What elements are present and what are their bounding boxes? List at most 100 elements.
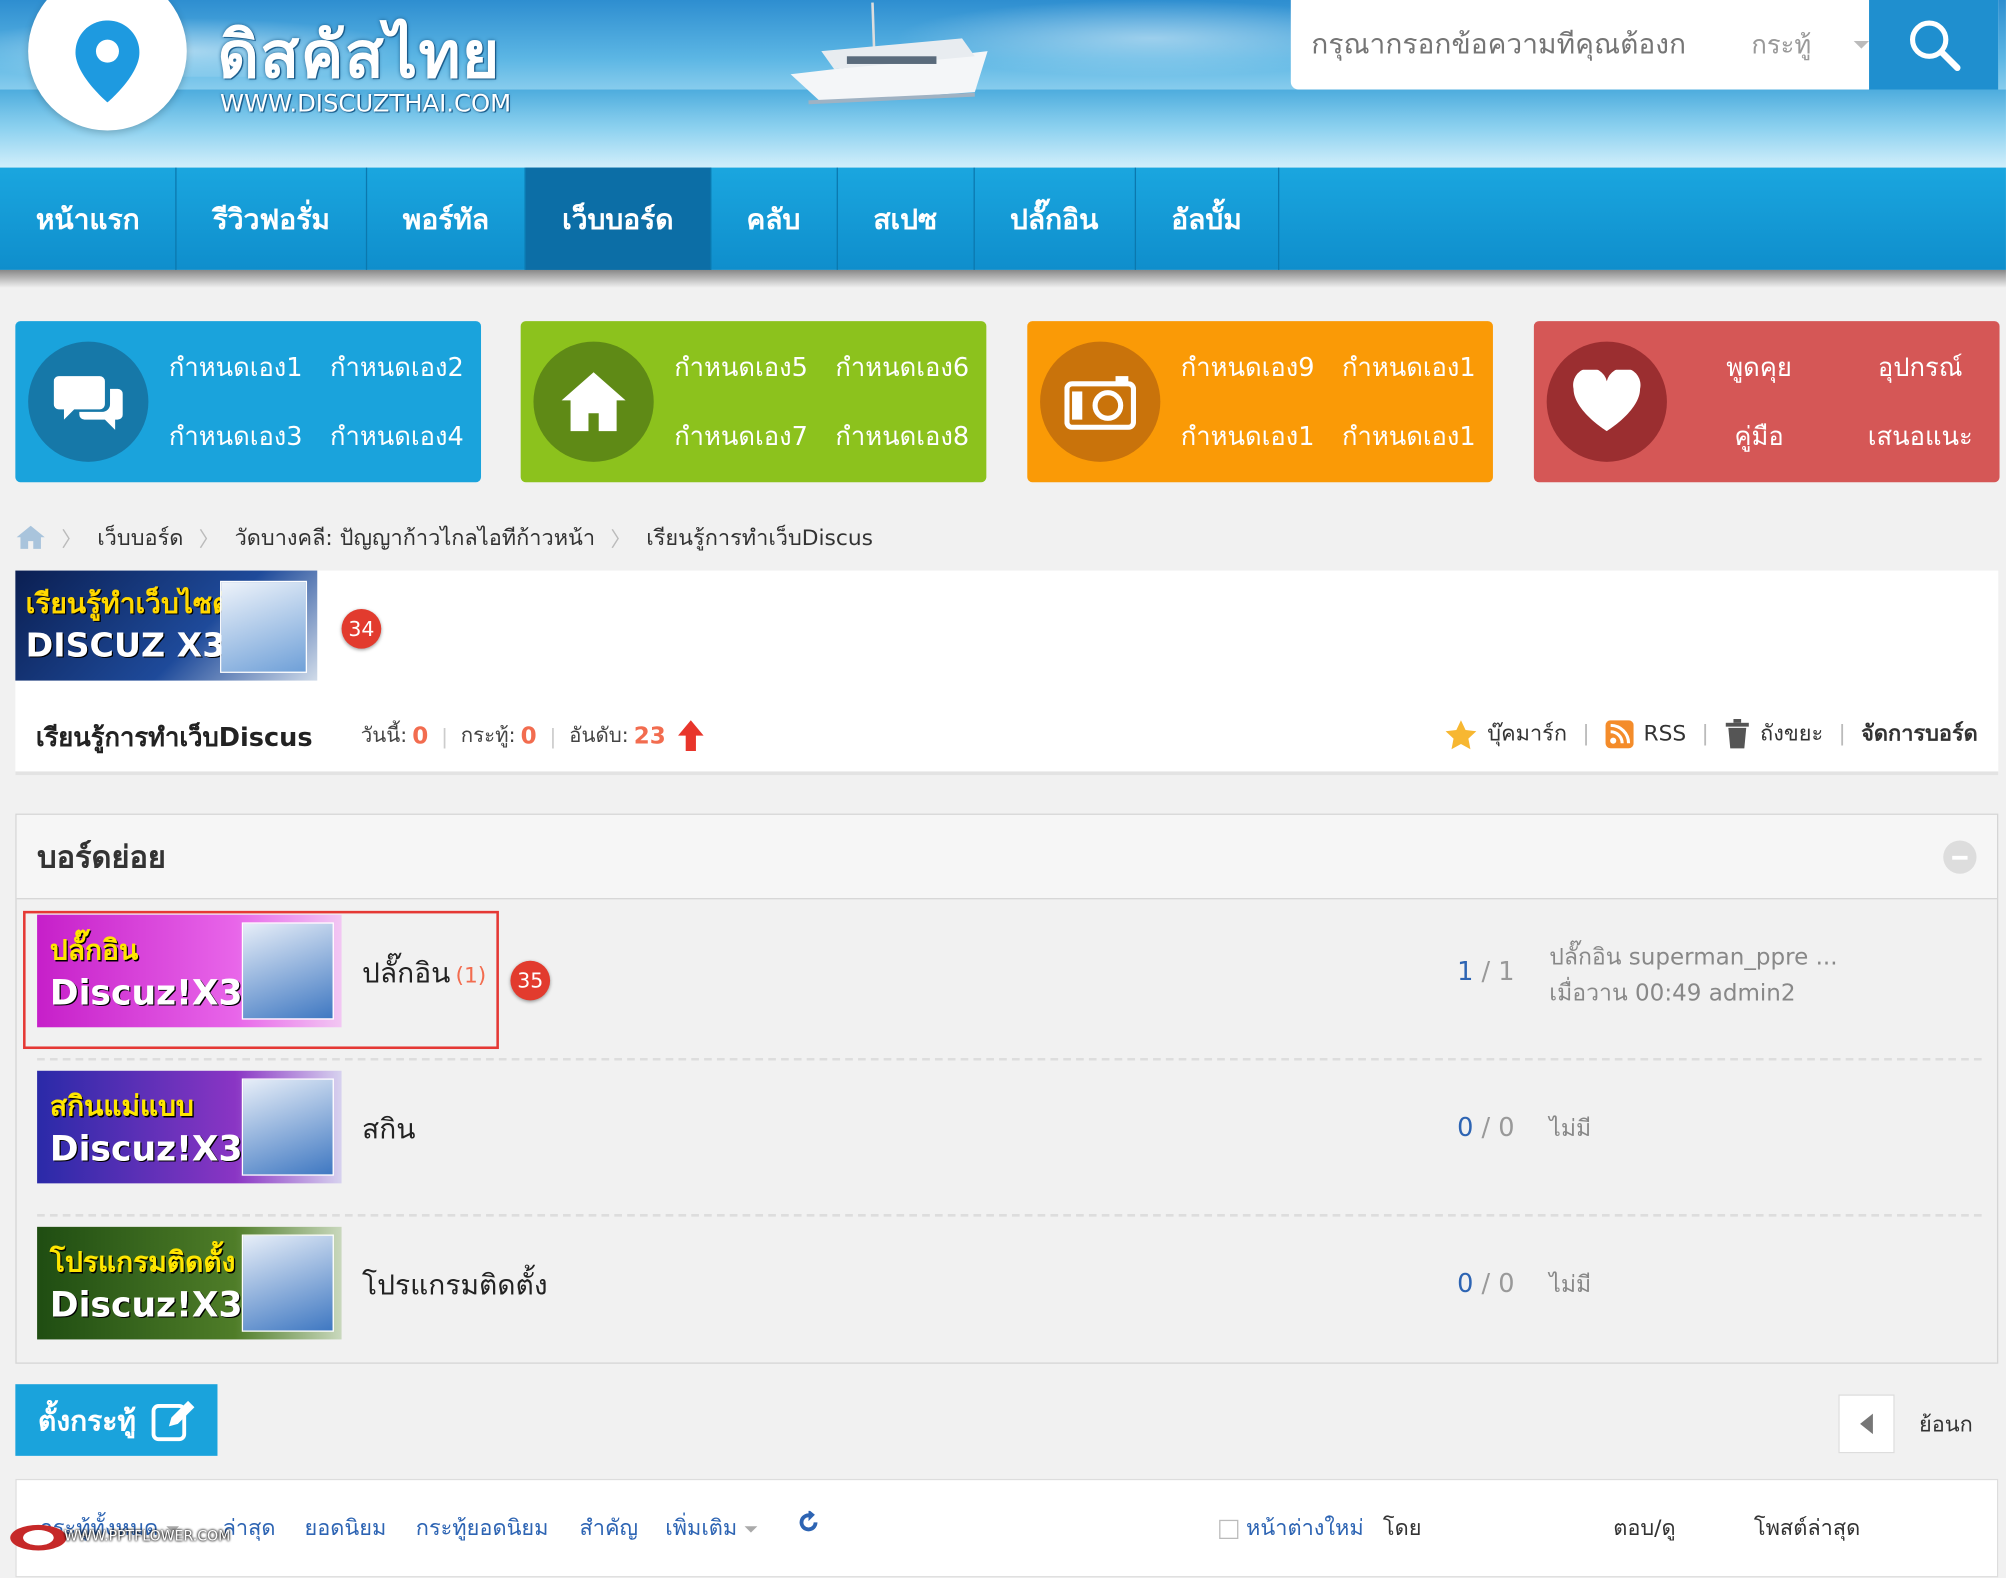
page: ดิสคัสไทย WWW.DISCUZTHAI.COM กระทู้ หน้า… [0, 0, 2006, 1578]
tile-link[interactable]: คู่มือ [1687, 416, 1830, 457]
yacht-image [790, 2, 988, 105]
quick-tile-4: พูดคุย อุปกรณ์ คู่มือ เสนอแนะ [1533, 321, 2000, 483]
filter-latest[interactable]: ล่าสุด [223, 1511, 276, 1546]
quick-tile-1: กำหนดเอง1 กำหนดเอง2 กำหนดเอง3 กำหนดเอง4 [15, 321, 482, 483]
heart-icon [1546, 341, 1667, 462]
subforum-row: สกินแม่แบบ Discuz!X3.2 สกิน 0 / 0 ไม่มี [37, 1063, 1982, 1217]
breadcrumb: 〉 เว็บบอร์ด 〉 วัดบางคลี: ปัญญาก้าวไกลไอท… [15, 519, 873, 555]
forum-actions: บุ๊คมาร์ก | RSS | ถังขยะ | จัดการบอร์ด [1444, 716, 1978, 751]
chevron-right-icon: 〉 [61, 527, 82, 552]
nav-item-club[interactable]: คลับ [711, 167, 838, 270]
breadcrumb-item[interactable]: เว็บบอร์ด [97, 520, 183, 555]
tile-link[interactable]: กำหนดเอง1 [1181, 416, 1324, 457]
rss-icon [1605, 719, 1634, 748]
tile-link[interactable]: กำหนดเอง6 [835, 347, 978, 388]
subforum-title: บอร์ดย่อย [16, 814, 1997, 900]
tile-link[interactable]: กำหนดเอง1 [1342, 347, 1485, 388]
bookmark-button[interactable]: บุ๊คมาร์ก [1444, 716, 1567, 751]
new-window-checkbox[interactable]: หน้าต่างใหม่ [1219, 1511, 1364, 1546]
breadcrumb-item[interactable]: เรียนรู้การทำเว็บDiscus [646, 520, 873, 555]
home-icon [533, 341, 654, 462]
tile-link[interactable]: กำหนดเอง9 [1181, 347, 1324, 388]
location-pin-icon [75, 20, 140, 103]
search-input[interactable] [1311, 28, 1747, 61]
refresh-icon[interactable] [797, 1509, 820, 1540]
forum-icon: เรียนรู้ทำเว็บไซต์ DISCUZ X3.2 [15, 570, 318, 681]
column-last-post: โพสต์ล่าสุด [1753, 1515, 1861, 1542]
header-banner: ดิสคัสไทย WWW.DISCUZTHAI.COM กระทู้ [0, 0, 2006, 168]
watermark-logo-icon [10, 1524, 67, 1551]
tile-link[interactable]: เสนอแนะ [1849, 416, 1992, 457]
trash-icon [1725, 718, 1749, 748]
forum-header: เรียนรู้ทำเว็บไซต์ DISCUZ X3.2 34 เรียนร… [15, 570, 1999, 776]
breadcrumb-item[interactable]: วัดบางคลี: ปัญญาก้าวไกลไอทีก้าวหน้า [235, 520, 596, 555]
tile-link[interactable]: กำหนดเอง3 [169, 416, 312, 457]
back-label[interactable]: ย้อนก [1919, 1407, 1973, 1442]
tile-link[interactable]: พูดคุย [1687, 347, 1830, 388]
arrow-up-icon [678, 720, 705, 751]
rss-button[interactable]: RSS [1605, 719, 1686, 748]
search-icon [1909, 20, 1960, 72]
filter-hot[interactable]: กระทู้ยอดนิยม [416, 1511, 549, 1546]
site-url: WWW.DISCUZTHAI.COM [220, 89, 512, 118]
search-type-select[interactable]: กระทู้ [1751, 24, 1853, 65]
forum-title: เรียนรู้การทำเว็บDiscus [35, 721, 313, 753]
tile-link[interactable]: กำหนดเอง1 [169, 347, 312, 388]
annotation-badge: 35 [510, 960, 551, 1001]
subforum-name[interactable]: สกิน [362, 1107, 415, 1152]
quick-tile-3: กำหนดเอง9 กำหนดเอง1 กำหนดเอง1 กำหนดเอง1 [1027, 321, 1493, 483]
back-button[interactable] [1838, 1394, 1895, 1454]
highlight-box [23, 910, 499, 1050]
new-thread-button[interactable]: ตั้งกระทู้ [15, 1384, 218, 1456]
subforum-stats: 0 / 0 [1457, 1111, 1515, 1143]
nav-item-album[interactable]: อัลบั้ม [1135, 167, 1279, 270]
forum-stats: วันนี้: 0 | กระทู้: 0 | อันดับ: 23 [361, 719, 707, 752]
tile-link[interactable]: กำหนดเอง7 [674, 416, 817, 457]
trash-button[interactable]: ถังขยะ [1724, 716, 1823, 751]
star-icon [1445, 719, 1476, 749]
filter-important[interactable]: สำคัญ [580, 1511, 639, 1546]
search-bar: กระทู้ [1290, 0, 1999, 90]
filter-popular[interactable]: ยอดนิยม [304, 1511, 386, 1546]
chevron-down-icon[interactable] [1853, 40, 1870, 49]
tile-link[interactable]: อุปกรณ์ [1849, 347, 1992, 388]
software-box-icon [220, 580, 308, 673]
nav-item-plugin[interactable]: ปลั๊กอิน [974, 167, 1136, 270]
triangle-left-icon [1860, 1413, 1873, 1435]
nav-item-home[interactable]: หน้าแรก [0, 167, 177, 270]
camera-icon [1040, 341, 1161, 462]
subforum-stats: 0 / 0 [1457, 1267, 1515, 1299]
filter-more[interactable]: เพิ่มเติม [665, 1511, 758, 1546]
column-author: โดย [1382, 1515, 1422, 1542]
chevron-right-icon: 〉 [610, 527, 631, 552]
software-box-icon [241, 1234, 334, 1332]
tile-link[interactable]: กำหนดเอง4 [330, 416, 473, 457]
column-replies-views: ตอบ/ดู [1613, 1515, 1676, 1542]
tile-link[interactable]: กำหนดเอง5 [674, 347, 817, 388]
tile-link[interactable]: กำหนดเอง2 [330, 347, 473, 388]
collapse-icon[interactable] [1943, 840, 1977, 874]
tile-link[interactable]: กำหนดเอง8 [835, 416, 978, 457]
tile-link[interactable]: กำหนดเอง1 [1342, 416, 1485, 457]
nav-item-space[interactable]: สเปซ [838, 167, 975, 270]
nav-item-review[interactable]: รีวิวฟอรั่ม [177, 167, 367, 270]
chevron-right-icon: 〉 [198, 527, 220, 552]
edit-icon [151, 1400, 195, 1442]
home-icon[interactable] [15, 525, 46, 551]
nav-item-portal[interactable]: พอร์ทัล [367, 167, 527, 270]
subforum-row: โปรแกรมติดตั้ง Discuz!X3.2 โปรแกรมติดตั้… [37, 1219, 1982, 1373]
manage-forum-button[interactable]: จัดการบอร์ด [1861, 716, 1978, 751]
subforum-icon[interactable]: โปรแกรมติดตั้ง Discuz!X3.2 [37, 1226, 342, 1340]
nav-item-forum[interactable]: เว็บบอร์ด [526, 167, 711, 270]
subforum-last-post: ไม่มี [1549, 1271, 1592, 1299]
main-nav: หน้าแรก รีวิวฟอรั่ม พอร์ทัล เว็บบอร์ด คล… [0, 167, 2006, 270]
subforum-last-post[interactable]: ปลั๊กอิน superman_ppre ... เมื่อวาน 00:49… [1549, 940, 1837, 1012]
search-button[interactable] [1869, 0, 1999, 90]
watermark: WWW.PPTFLOWER.COM [8, 1522, 230, 1576]
checkbox[interactable] [1219, 1519, 1239, 1539]
software-box-icon [241, 1078, 334, 1176]
subforum-icon[interactable]: สกินแม่แบบ Discuz!X3.2 [37, 1070, 342, 1184]
subforum-name[interactable]: โปรแกรมติดตั้ง [362, 1263, 548, 1308]
thread-list-header: กระทู้ทั้งหมด ล่าสุด ยอดนิยม กระทู้ยอดนิ… [15, 1478, 1999, 1578]
annotation-badge: 34 [341, 608, 382, 649]
